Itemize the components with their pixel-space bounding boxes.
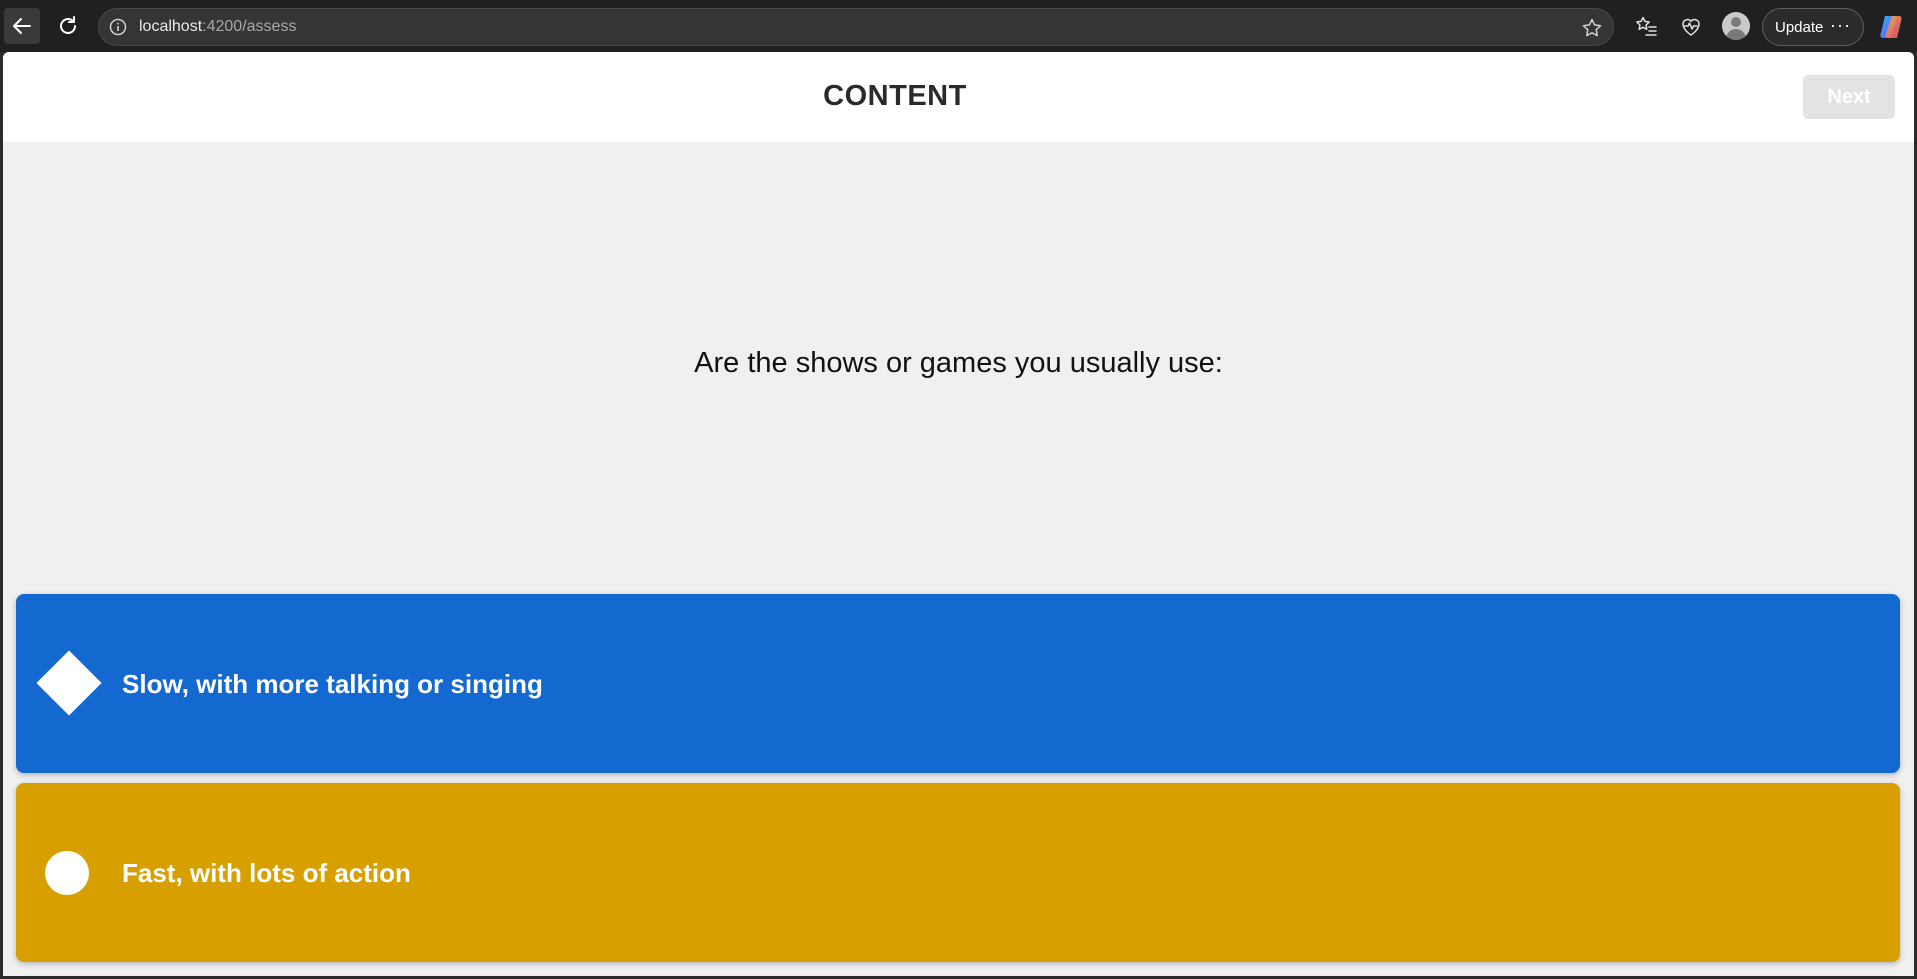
update-label: Update [1775,18,1824,36]
question-text: Are the shows or games you usually use: [694,347,1223,379]
address-bar[interactable]: localhost:4200/assess [98,8,1614,46]
assessment-page: CONTENT Next Are the shows or games you … [3,52,1914,976]
back-arrow-icon [13,18,31,34]
update-button[interactable]: Update ··· [1762,8,1864,46]
circle-icon [45,851,89,895]
site-info-icon[interactable] [109,18,127,36]
favorite-star-icon[interactable] [1581,17,1603,39]
reload-button[interactable] [50,8,86,44]
profile-avatar[interactable] [1722,12,1750,40]
more-menu-icon[interactable]: ··· [1830,15,1851,36]
answer-label: Fast, with lots of action [122,858,411,888]
back-button[interactable] [4,8,40,44]
next-button[interactable]: Next [1803,75,1895,119]
browser-essentials-icon[interactable] [1677,12,1705,40]
url-path: :4200/assess [202,18,297,35]
answer-label: Slow, with more talking or singing [122,669,543,699]
avatar-head [1731,17,1741,27]
url-text[interactable]: localhost:4200/assess [139,18,296,36]
page-title: CONTENT [823,80,967,112]
browser-toolbar: localhost:4200/assess Update ··· [0,0,1917,52]
favorites-icon[interactable] [1632,12,1660,40]
reload-icon [60,16,76,34]
answer-option-slow[interactable]: Slow, with more talking or singing [16,594,1900,773]
copilot-icon[interactable] [1876,12,1906,42]
avatar-body [1726,29,1746,40]
page-header: CONTENT Next [3,52,1914,142]
diamond-icon [36,650,102,716]
answer-option-fast[interactable]: Fast, with lots of action [16,783,1900,962]
url-host: localhost [139,18,203,35]
